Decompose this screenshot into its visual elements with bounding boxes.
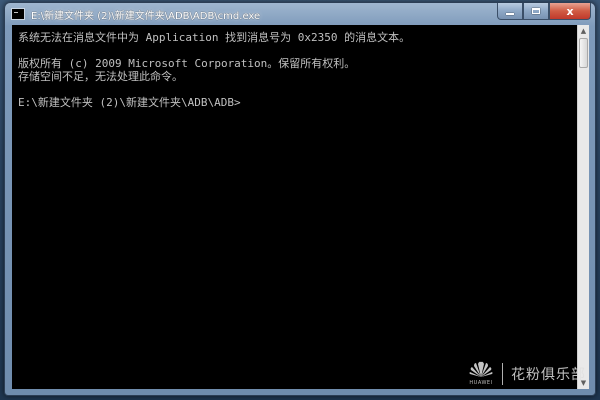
window-title: E:\新建文件夹 (2)\新建文件夹\ADB\ADB\cmd.exe bbox=[31, 10, 261, 22]
minimize-icon bbox=[506, 13, 514, 15]
close-button[interactable]: x bbox=[549, 3, 591, 20]
minimize-button[interactable] bbox=[497, 3, 523, 20]
vertical-scrollbar[interactable]: ▲ ▼ bbox=[577, 25, 589, 389]
huawei-petal-icon bbox=[469, 361, 493, 377]
watermark-text: 花粉俱乐部 bbox=[511, 366, 586, 383]
console-line: 系统无法在消息文件中为 Application 找到消息号为 0x2350 的消… bbox=[18, 31, 411, 44]
close-icon: x bbox=[566, 4, 574, 18]
watermark: HUAWEI 花粉俱乐部 bbox=[468, 361, 586, 386]
console-output[interactable]: 系统无法在消息文件中为 Application 找到消息号为 0x2350 的消… bbox=[12, 25, 577, 389]
maximize-button[interactable] bbox=[523, 3, 549, 20]
huawei-brand-text: HUAWEI bbox=[469, 380, 493, 386]
scroll-up-icon[interactable]: ▲ bbox=[578, 25, 589, 37]
console-line: 存储空间不足，无法处理此命令。 bbox=[18, 70, 183, 83]
caption-buttons: x bbox=[497, 3, 591, 21]
command-prompt: E:\新建文件夹 (2)\新建文件夹\ADB\ADB> bbox=[18, 96, 241, 109]
cmd-window: E:\新建文件夹 (2)\新建文件夹\ADB\ADB\cmd.exe x 系统无… bbox=[4, 2, 596, 396]
scroll-thumb[interactable] bbox=[579, 38, 588, 68]
maximize-icon bbox=[532, 8, 540, 14]
cmd-app-icon[interactable] bbox=[11, 8, 25, 20]
watermark-divider bbox=[502, 362, 503, 385]
huawei-logo: HUAWEI bbox=[468, 361, 494, 386]
console-line: 版权所有 (c) 2009 Microsoft Corporation。保留所有… bbox=[18, 57, 356, 70]
